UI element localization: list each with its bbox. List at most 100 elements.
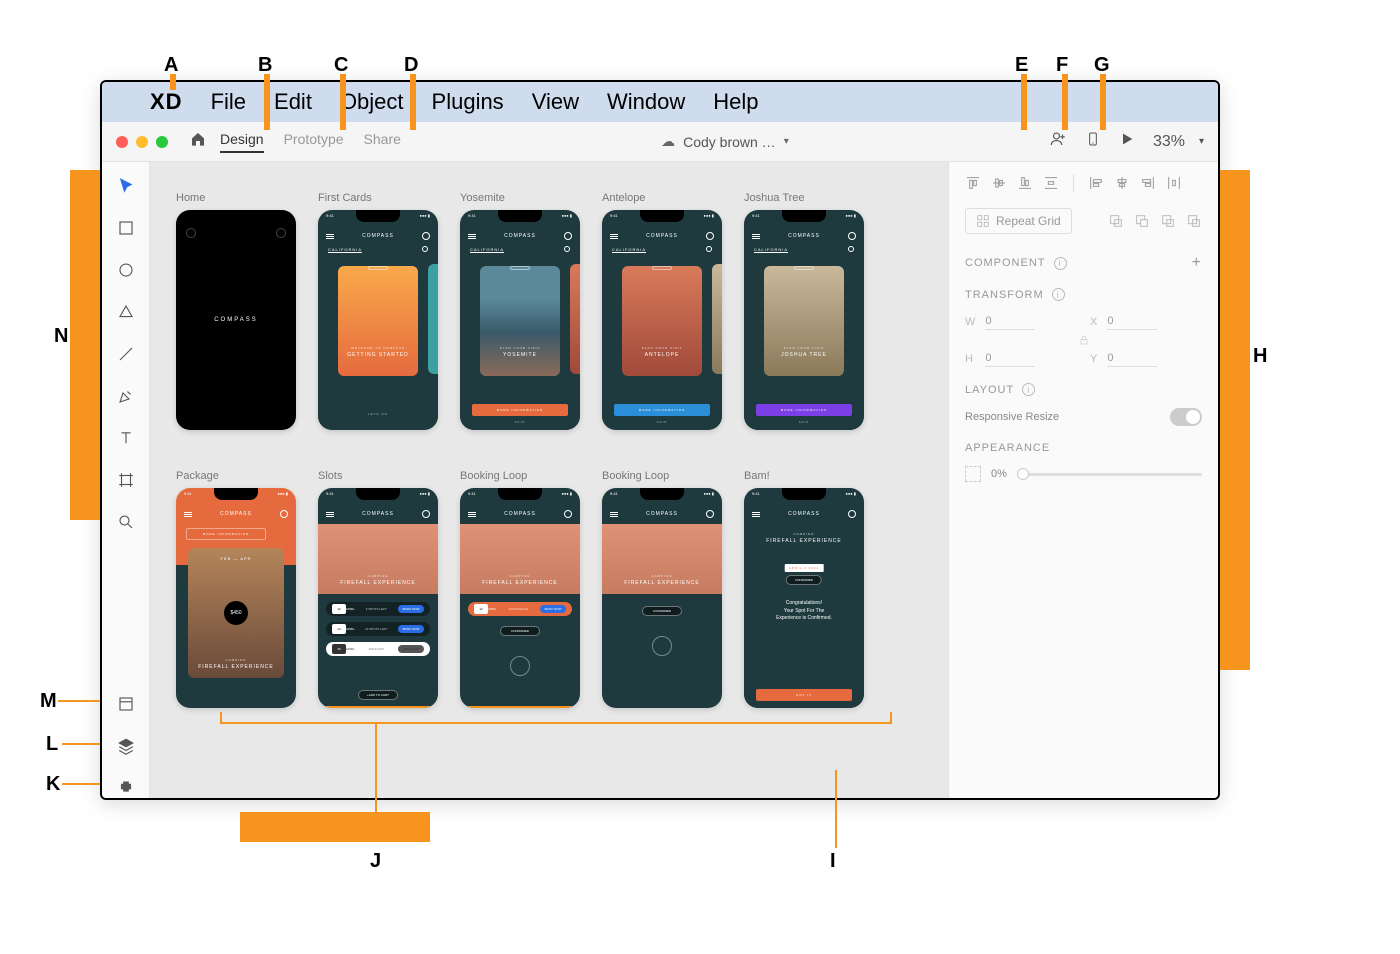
artboard-label[interactable]: Slots bbox=[318, 470, 438, 482]
menu-object[interactable]: Object bbox=[340, 89, 404, 115]
artboard-label[interactable]: Booking Loop bbox=[602, 470, 722, 482]
menu-edit[interactable]: Edit bbox=[274, 89, 312, 115]
menu-icon bbox=[326, 234, 334, 239]
line-tool[interactable] bbox=[116, 344, 136, 364]
callout-J-stem bbox=[375, 724, 377, 812]
opacity-slider[interactable] bbox=[1017, 473, 1202, 476]
repeat-grid-button[interactable]: Repeat Grid bbox=[965, 208, 1072, 234]
menu-view[interactable]: View bbox=[532, 89, 579, 115]
ellipse-tool[interactable] bbox=[116, 260, 136, 280]
artboard-package[interactable]: 9:41●●● ▮ COMPASS MORE INFORMATION FEB —… bbox=[176, 488, 296, 708]
lock-icon[interactable] bbox=[1078, 334, 1090, 346]
align-right-icon[interactable] bbox=[1140, 175, 1156, 191]
artboard-tool[interactable] bbox=[116, 470, 136, 490]
callout-M: M bbox=[40, 690, 57, 713]
pen-tool[interactable] bbox=[116, 386, 136, 406]
text-tool[interactable] bbox=[116, 428, 136, 448]
zoom-control[interactable]: 33% ▾ bbox=[1153, 133, 1204, 151]
x-input[interactable] bbox=[1107, 313, 1157, 330]
artboard-label[interactable]: Joshua Tree bbox=[744, 192, 864, 204]
canvas-area[interactable]: Home COMPASS First Cards 9:41●●● ▮ COMPA… bbox=[150, 162, 948, 798]
close-button[interactable] bbox=[116, 136, 128, 148]
callout-N-bar bbox=[70, 170, 100, 520]
menu-file[interactable]: File bbox=[211, 89, 246, 115]
artboard-label[interactable]: Bam! bbox=[744, 470, 864, 482]
mode-design[interactable]: Design bbox=[220, 131, 264, 153]
device-preview-icon[interactable] bbox=[1085, 131, 1101, 152]
artboard-yosemite[interactable]: 9:41●●● ▮ COMPASS CALIFORNIA PLAN YOUR V… bbox=[460, 210, 580, 430]
callout-M-line bbox=[58, 700, 100, 702]
artboard-antelope[interactable]: 9:41●●● ▮ COMPASS CALIFORNIA PLAN YOUR V… bbox=[602, 210, 722, 430]
callout-L-line bbox=[62, 743, 100, 745]
callout-J-line-l bbox=[220, 712, 222, 722]
info-button: MORE INFORMATION bbox=[614, 404, 710, 416]
artboard-label[interactable]: Home bbox=[176, 192, 296, 204]
artboard-booking2[interactable]: 9:41●●● ▮ COMPASS CAMPINGFIREFALL EXPERI… bbox=[602, 488, 722, 708]
assets-panel-icon[interactable] bbox=[116, 694, 136, 714]
callout-H-bar bbox=[1220, 170, 1250, 670]
artboard-firstcards[interactable]: 9:41●●● ▮ COMPASS CALIFORNIA WELCOME TO … bbox=[318, 210, 438, 430]
artboard-label[interactable]: Yosemite bbox=[460, 192, 580, 204]
artboard-home[interactable]: COMPASS bbox=[176, 210, 296, 430]
plugins-panel-icon[interactable] bbox=[116, 778, 136, 798]
boolean-exclude-icon[interactable] bbox=[1186, 213, 1202, 229]
polygon-tool[interactable] bbox=[116, 302, 136, 322]
artboard-wrap-package: Package 9:41●●● ▮ COMPASS MORE INFORMATI… bbox=[176, 470, 296, 708]
boolean-add-icon[interactable] bbox=[1108, 213, 1124, 229]
artboard-label[interactable]: Package bbox=[176, 470, 296, 482]
zoom-tool[interactable] bbox=[116, 512, 136, 532]
artboard-label[interactable]: Antelope bbox=[602, 192, 722, 204]
align-hcenter-icon[interactable] bbox=[1114, 175, 1130, 191]
app-header: COMPASS bbox=[318, 226, 438, 246]
featured-card: WELCOME TO COMPASSGETTING STARTED bbox=[338, 266, 418, 376]
height-input[interactable] bbox=[985, 350, 1035, 367]
responsive-toggle[interactable] bbox=[1170, 408, 1202, 426]
home-icon[interactable] bbox=[190, 131, 206, 152]
menu-help[interactable]: Help bbox=[713, 89, 758, 115]
menu-plugins[interactable]: Plugins bbox=[432, 89, 504, 115]
mode-prototype[interactable]: Prototype bbox=[284, 131, 344, 153]
distribute-v-icon[interactable] bbox=[1043, 175, 1059, 191]
artboard-slots[interactable]: 9:41●●● ▮ COMPASS CAMPINGFIREFALL EXPERI… bbox=[318, 488, 438, 708]
align-left-icon[interactable] bbox=[1088, 175, 1104, 191]
add-component-icon[interactable]: + bbox=[1192, 254, 1202, 272]
y-input[interactable] bbox=[1107, 350, 1157, 367]
callout-K: K bbox=[46, 773, 60, 796]
info-icon[interactable]: i bbox=[1052, 288, 1065, 301]
device-notch bbox=[498, 210, 542, 222]
menu-window[interactable]: Window bbox=[607, 89, 685, 115]
boolean-subtract-icon[interactable] bbox=[1134, 213, 1150, 229]
artboard-wrap-joshua: Joshua Tree 9:41●●● ▮ COMPASS CALIFORNIA… bbox=[744, 192, 864, 430]
artboard-label[interactable]: Booking Loop bbox=[460, 470, 580, 482]
artboard-label[interactable]: First Cards bbox=[318, 192, 438, 204]
window-controls bbox=[116, 136, 168, 148]
rectangle-tool[interactable] bbox=[116, 218, 136, 238]
invite-user-icon[interactable] bbox=[1049, 130, 1067, 153]
align-bottom-icon[interactable] bbox=[1017, 175, 1033, 191]
play-icon[interactable] bbox=[1119, 131, 1135, 152]
maximize-button[interactable] bbox=[156, 136, 168, 148]
distribute-h-icon[interactable] bbox=[1166, 175, 1182, 191]
boolean-ops bbox=[1108, 213, 1202, 229]
boolean-intersect-icon[interactable] bbox=[1160, 213, 1176, 229]
info-icon[interactable]: i bbox=[1054, 257, 1067, 270]
width-input[interactable] bbox=[985, 313, 1035, 330]
select-tool[interactable] bbox=[116, 176, 136, 196]
mode-share[interactable]: Share bbox=[364, 131, 401, 153]
transform-controls: W X H Y bbox=[965, 313, 1202, 367]
slot-row: 30APRILSOLD OUTSOLD OUT bbox=[326, 642, 430, 656]
layers-panel-icon[interactable] bbox=[116, 736, 136, 756]
artboard-bam[interactable]: 9:41●●● ▮ COMPASS CAMPING FIREFALL EXPER… bbox=[744, 488, 864, 708]
align-top-icon[interactable] bbox=[965, 175, 981, 191]
artboard-wrap-booking1: Booking Loop 9:41●●● ▮ COMPASS CAMPINGFI… bbox=[460, 470, 580, 708]
xd-logo[interactable]: XD bbox=[150, 89, 183, 115]
artboard-booking1[interactable]: 9:41●●● ▮ COMPASS CAMPINGFIREFALL EXPERI… bbox=[460, 488, 580, 708]
align-vcenter-icon[interactable] bbox=[991, 175, 1007, 191]
minimize-button[interactable] bbox=[136, 136, 148, 148]
artboard-joshua[interactable]: 9:41●●● ▮ COMPASS CALIFORNIA PLAN YOUR V… bbox=[744, 210, 864, 430]
appearance-section: APPEARANCE bbox=[965, 442, 1202, 454]
h-label: H bbox=[965, 353, 975, 365]
document-title[interactable]: ☁ Cody brown … ▾ bbox=[415, 133, 1035, 150]
bottom-area: LETS GO bbox=[318, 398, 438, 430]
info-icon[interactable]: i bbox=[1022, 383, 1035, 396]
